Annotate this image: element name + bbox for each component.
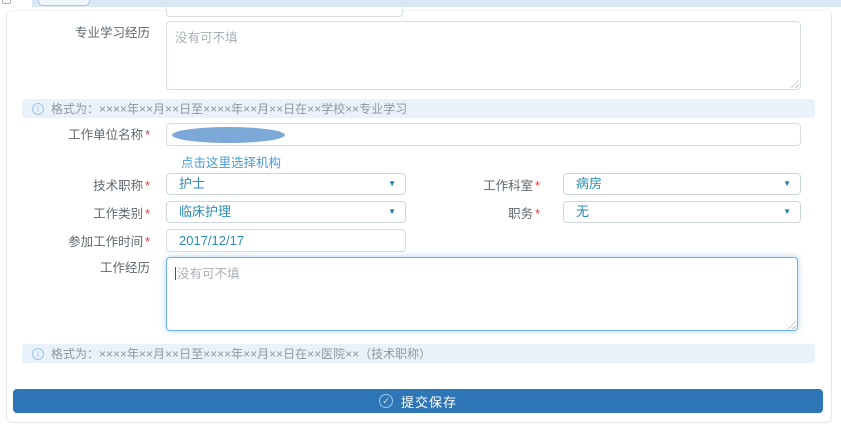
position-value: 无: [564, 202, 800, 222]
submit-save-button[interactable]: ✓ 提交保存: [13, 389, 823, 413]
select-organization-link[interactable]: 点击这里选择机构: [181, 152, 281, 171]
required-asterisk: *: [535, 207, 540, 221]
redaction-blob: [172, 127, 285, 143]
text-cursor: [175, 267, 176, 280]
required-asterisk: *: [145, 179, 150, 193]
technical-title-label: 技术职称*: [18, 179, 150, 194]
caret-down-icon: ▼: [783, 208, 791, 216]
technical-title-value: 护士: [167, 174, 405, 194]
study-format-hint-banner: i 格式为：××××年××月××日至××××年××月××日在××学校××专业学习: [22, 99, 815, 118]
browser-tab-fragment: [38, 0, 90, 6]
position-select[interactable]: 无 ▼: [563, 201, 801, 223]
work-unit-input[interactable]: [166, 123, 801, 146]
work-start-date-input[interactable]: 2017/12/17: [166, 229, 406, 252]
resize-grip-icon[interactable]: [787, 320, 796, 329]
caret-down-icon: ▼: [388, 208, 396, 216]
caret-down-icon: ▼: [783, 180, 791, 188]
check-circle-icon: ✓: [379, 394, 393, 408]
work-department-select[interactable]: 病房 ▼: [563, 173, 801, 195]
submit-save-label: 提交保存: [401, 392, 457, 411]
position-label: 职务*: [418, 207, 540, 222]
work-department-value: 病房: [564, 174, 800, 194]
browser-chrome-fragment: [32, 0, 841, 7]
required-asterisk: *: [145, 207, 150, 221]
caret-down-icon: ▼: [388, 180, 396, 188]
work-department-label: 工作科室*: [418, 179, 540, 194]
study-format-hint-text: 格式为：××××年××月××日至××××年××月××日在××学校××专业学习: [51, 100, 407, 117]
work-format-hint-text: 格式为：××××年××月××日至××××年××月××日在××医院××（技术职称）: [51, 345, 431, 362]
work-experience-label: 工作经历: [18, 261, 150, 276]
work-format-hint-banner: i 格式为：××××年××月××日至××××年××月××日在××医院××（技术职…: [22, 344, 815, 363]
work-experience-placeholder: 没有可不填: [177, 267, 240, 281]
work-category-label: 工作类别*: [18, 207, 150, 222]
work-unit-label: 工作单位名称*: [18, 128, 150, 143]
study-experience-placeholder: 没有可不填: [175, 31, 238, 45]
required-asterisk: *: [145, 235, 150, 249]
work-start-date-value: 2017/12/17: [167, 230, 405, 251]
cropped-input[interactable]: [166, 7, 403, 17]
technical-title-select[interactable]: 护士 ▼: [166, 173, 406, 195]
work-experience-textarea[interactable]: 没有可不填: [166, 257, 798, 331]
required-asterisk: *: [145, 128, 150, 142]
work-start-date-label: 参加工作时间*: [18, 235, 150, 250]
cropped-ui-fragment: [2, 0, 11, 4]
work-category-select[interactable]: 临床护理 ▼: [166, 201, 406, 223]
study-experience-textarea[interactable]: 没有可不填: [166, 21, 801, 90]
info-icon: i: [32, 348, 44, 360]
work-category-value: 临床护理: [167, 202, 405, 222]
info-icon: i: [32, 103, 44, 115]
required-asterisk: *: [535, 179, 540, 193]
form-page: 专业学习经历 没有可不填 i 格式为：××××年××月××日至××××年××月×…: [0, 0, 841, 436]
resize-grip-icon[interactable]: [790, 79, 799, 88]
study-experience-label: 专业学习经历: [18, 26, 150, 41]
